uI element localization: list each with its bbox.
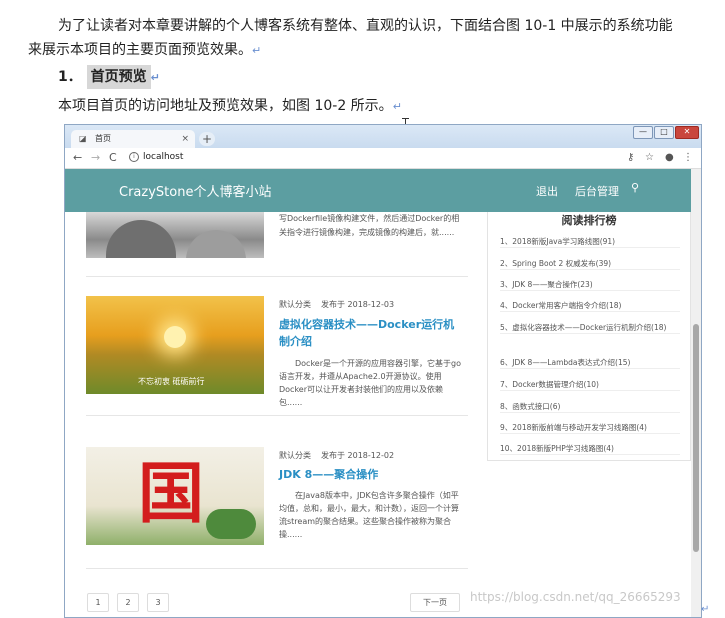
tab-close-icon[interactable]: × xyxy=(181,130,189,148)
search-icon[interactable]: ⚲ xyxy=(631,181,639,194)
star-icon[interactable]: ☆ xyxy=(645,151,654,164)
ranking-item[interactable]: 3、JDK 8——聚合操作(23) xyxy=(500,279,680,291)
post-title[interactable]: JDK 8——聚合操作 xyxy=(279,466,463,483)
account-icon[interactable]: ● xyxy=(665,151,674,164)
post-title[interactable]: 虚拟化容器技术——Docker运行机制介绍 xyxy=(279,316,463,350)
post-date: 发布于 2018-12-03 xyxy=(321,300,395,309)
logout-link[interactable]: 退出 xyxy=(536,183,558,199)
tab-strip: ◪ 首页 × + — □ ✕ xyxy=(65,125,701,148)
scrollbar[interactable] xyxy=(691,169,701,617)
heading-text: 首页预览 xyxy=(86,65,151,89)
reload-icon[interactable]: C xyxy=(109,151,117,165)
watermark: https://blog.csdn.net/qq_26665293 xyxy=(470,590,681,604)
heading-number: 1． xyxy=(58,69,82,85)
leaf-graphic xyxy=(206,509,256,539)
intro-paragraph: 为了让读者对本章要讲解的个人博客系统有整体、直观的认识，下面结合图 10-1 中… xyxy=(28,14,725,63)
ranking-item[interactable]: 10、2018新版PHP学习线路图(4) xyxy=(500,443,680,455)
post-thumbnail[interactable]: 国 xyxy=(86,447,264,545)
ranking-item[interactable]: 9、2018新版前端与移动开发学习线路图(4) xyxy=(500,422,680,434)
new-tab-button[interactable]: + xyxy=(199,132,215,146)
ranking-item[interactable]: 4、Docker常用客户端指令介绍(18) xyxy=(500,300,680,312)
figure-intro-text: 本项目首页的访问地址及预览效果，如图 10-2 所示。 xyxy=(58,98,393,114)
image-character: 国 xyxy=(138,454,204,532)
browser-tab[interactable]: ◪ 首页 × xyxy=(71,130,195,148)
post-divider xyxy=(86,568,468,569)
address-bar: ← → C i localhost ⚷ ☆ ● ⋮ xyxy=(65,148,701,169)
ranking-item[interactable]: 5、虚拟化容器技术——Docker运行机制介绍(18) xyxy=(500,322,680,334)
ranking-item[interactable]: 2、Spring Boot 2 权威发布(39) xyxy=(500,258,680,270)
post-meta: 默认分类 发布于 2018-12-03 xyxy=(279,299,394,310)
next-page-button[interactable]: 下一页 xyxy=(410,593,460,612)
site-brand[interactable]: CrazyStone个人博客小站 xyxy=(119,181,271,200)
scrollbar-thumb[interactable] xyxy=(693,324,699,552)
browser-window: ◪ 首页 × + — □ ✕ ← → C i localhost ⚷ ☆ ● ⋮ 写… xyxy=(64,124,702,618)
info-icon[interactable]: i xyxy=(129,152,139,162)
post-divider xyxy=(86,415,468,416)
page-button[interactable]: 2 xyxy=(117,593,139,612)
post-excerpt: Docker是一个开源的应用容器引擎，它基于go语言开发，并遵从Apache2.… xyxy=(279,359,461,407)
tab-title: 首页 xyxy=(95,134,111,143)
ranking-item[interactable]: 1、2018新版Java学习路线图(91) xyxy=(500,236,680,248)
key-icon[interactable]: ⚷ xyxy=(627,151,634,164)
paragraph-mark: ↵ xyxy=(701,604,710,615)
image-caption: 不忘初衷 砥砺前行 xyxy=(138,377,205,386)
section-heading: 1． 首页预览 ↵ xyxy=(58,65,160,89)
post-meta: 默认分类 发布于 2018-12-02 xyxy=(279,450,394,461)
page-button[interactable]: 1 xyxy=(87,593,109,612)
site-header: CrazyStone个人博客小站 退出 后台管理 ⚲ xyxy=(65,169,691,212)
favicon-icon: ◪ xyxy=(79,134,87,143)
reading-ranking-panel: 阅读排行榜 1、2018新版Java学习路线图(91) 2、Spring Boo… xyxy=(487,212,691,461)
intro-line-2: 来展示本项目的主要页面预览效果。 xyxy=(28,42,252,58)
post-divider xyxy=(86,276,468,277)
ranking-item[interactable]: 8、函数式接口(6) xyxy=(500,401,680,413)
paragraph-mark: ↵ xyxy=(392,100,402,113)
window-controls: — □ ✕ xyxy=(632,126,699,145)
post-excerpt: 在Java8版本中，JDK包含许多聚合操作（如平均值，总和，最小，最大，和计数）… xyxy=(279,491,459,539)
close-window-button[interactable]: ✕ xyxy=(675,126,699,139)
maximize-button[interactable]: □ xyxy=(654,126,674,139)
page-button[interactable]: 3 xyxy=(147,593,169,612)
back-icon[interactable]: ← xyxy=(73,151,82,165)
minimize-button[interactable]: — xyxy=(633,126,653,139)
sun-graphic xyxy=(164,326,186,348)
post-thumbnail[interactable]: 不忘初衷 砥砺前行 xyxy=(86,296,264,394)
paragraph-mark: ↵ xyxy=(150,71,160,84)
url-field[interactable]: localhost xyxy=(143,152,183,162)
ranking-item[interactable]: 6、JDK 8——Lambda表达式介绍(15) xyxy=(500,357,680,369)
figure-intro-paragraph: 本项目首页的访问地址及预览效果，如图 10-2 所示。↵ xyxy=(58,95,402,115)
post-excerpt: 写Dockerfile镜像构建文件，然后通过Docker的相关指令进行镜像构建，… xyxy=(279,214,460,237)
post-category[interactable]: 默认分类 xyxy=(279,451,311,460)
menu-icon[interactable]: ⋮ xyxy=(683,151,693,164)
forward-icon[interactable]: → xyxy=(91,151,100,165)
admin-link[interactable]: 后台管理 xyxy=(575,183,619,199)
post-category[interactable]: 默认分类 xyxy=(279,300,311,309)
paragraph-mark: ↵ xyxy=(252,44,262,57)
intro-line-1: 为了让读者对本章要讲解的个人博客系统有整体、直观的认识，下面结合图 10-1 中… xyxy=(58,18,673,34)
post-date: 发布于 2018-12-02 xyxy=(321,451,395,460)
post-thumbnail[interactable] xyxy=(86,212,264,258)
ranking-item[interactable]: 7、Docker数据管理介绍(10) xyxy=(500,379,680,391)
ranking-title: 阅读排行榜 xyxy=(561,214,617,227)
page-viewport: 写Dockerfile镜像构建文件，然后通过Docker的相关指令进行镜像构建，… xyxy=(65,169,701,617)
